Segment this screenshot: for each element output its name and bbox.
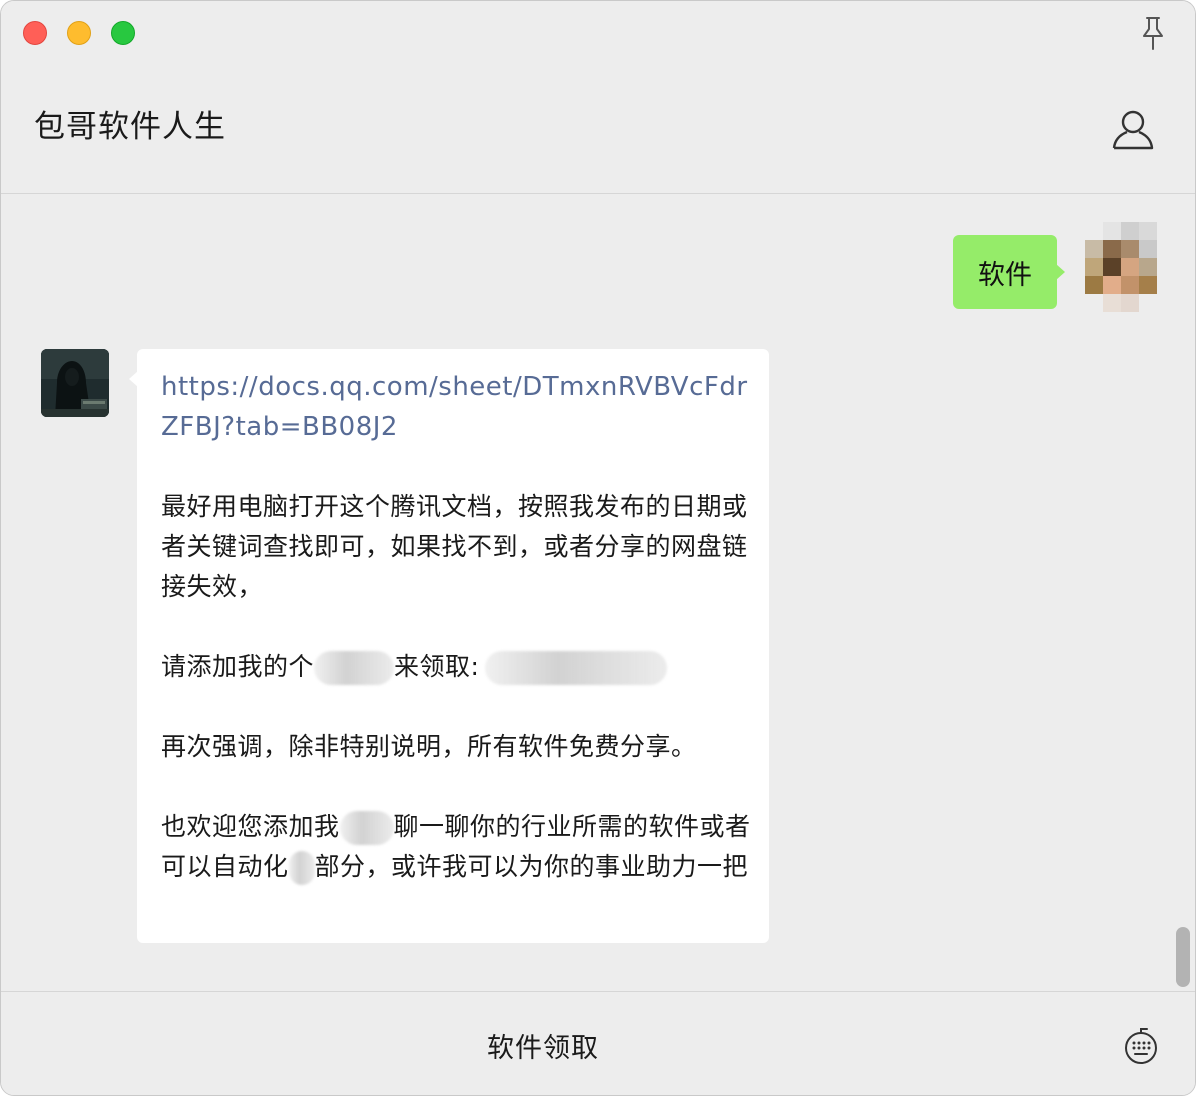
contact-text-prefix: 请添加我的个 (161, 652, 315, 681)
outgoing-message-bubble[interactable]: 软件 (953, 235, 1065, 309)
minimize-window-button[interactable] (67, 21, 91, 45)
message-paragraph-invite: 也欢迎您添加我 聊一聊你的行业所需的软件或者可以自动化 部分，或许我可以为你的事业助… (161, 807, 751, 887)
title-bar: 包哥软件人生 (1, 1, 1195, 194)
outgoing-message-text: 软件 (978, 259, 1032, 291)
self-avatar[interactable] (1085, 222, 1157, 314)
redacted-blur (485, 651, 668, 685)
message-paragraph-contact: 请添加我的个 来领取: (161, 647, 751, 687)
message-list[interactable]: 软件 https://docs.qq.com/sheet/DTmxnRVBVcF… (1, 194, 1195, 991)
invite-text-suffix: 部分，或许我可以为你的事业助力一把 (314, 852, 749, 881)
maximize-window-button[interactable] (111, 21, 135, 45)
message-paragraph: 最好用电脑打开这个腾讯文档，按照我发布的日期或者关键词查找即可，如果找不到，或者… (161, 492, 748, 601)
pin-icon[interactable] (1139, 15, 1167, 51)
hooded-figure-icon (41, 349, 109, 417)
docs-link[interactable]: https://docs.qq.com/sheet/DTmxnRVBVcFdrZ… (161, 367, 751, 447)
bottom-menu-bar: 软件领取 (1, 991, 1195, 1095)
redacted-blur (288, 851, 315, 885)
menu-item-software[interactable]: 软件领取 (1, 1026, 1085, 1065)
redacted-blur (339, 811, 394, 845)
incoming-message-content: https://docs.qq.com/sheet/DTmxnRVBVcFdrZ… (161, 367, 751, 887)
keyboard-icon[interactable] (1123, 1026, 1159, 1066)
scrollbar[interactable] (1176, 927, 1190, 987)
incoming-message-bubble[interactable]: https://docs.qq.com/sheet/DTmxnRVBVcFdrZ… (129, 349, 769, 943)
message-paragraph: 再次强调，除非特别说明，所有软件免费分享。 (161, 732, 697, 761)
chat-title: 包哥软件人生 (34, 109, 226, 145)
contact-text-middle: 来领取: (394, 652, 480, 681)
invite-text-prefix: 也欢迎您添加我 (161, 812, 340, 841)
redacted-blur (314, 651, 395, 685)
user-profile-icon[interactable] (1111, 109, 1155, 151)
chat-window: 包哥软件人生 软件 https://docs.qq.com/sheet/DTmx… (0, 0, 1196, 1096)
contact-avatar[interactable] (41, 349, 109, 417)
close-window-button[interactable] (23, 21, 47, 45)
